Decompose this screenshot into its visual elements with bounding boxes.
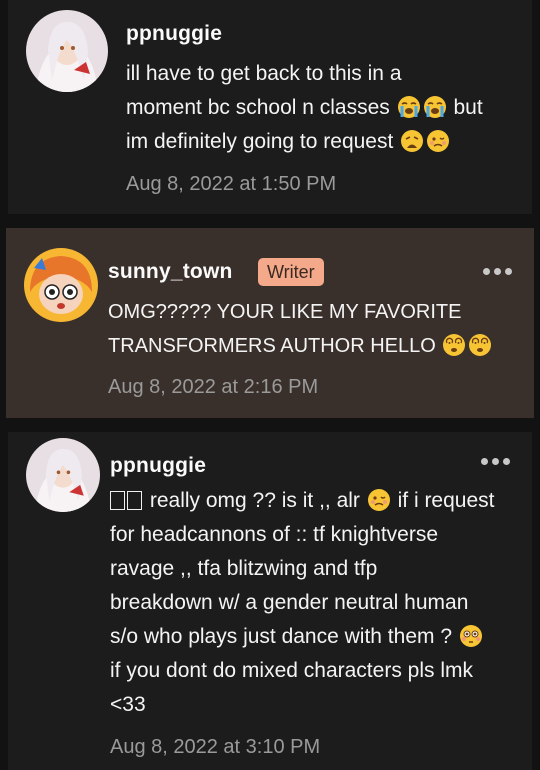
avatar[interactable] xyxy=(26,10,108,92)
username[interactable]: ppnuggie xyxy=(110,454,206,478)
dizzy-face-emoji xyxy=(468,333,492,357)
woozy-face-emoji xyxy=(426,129,450,153)
avatar[interactable] xyxy=(24,248,98,322)
comment-line: if i request xyxy=(397,489,495,512)
username[interactable]: ppnuggie xyxy=(126,22,222,46)
writer-badge: Writer xyxy=(258,258,324,286)
timestamp: Aug 8, 2022 at 2:16 PM xyxy=(108,376,319,398)
comment-line: for headcannons of :: tf knightverse xyxy=(110,523,439,546)
comment-card: ppnuggie ill have to get back to this in… xyxy=(8,0,532,214)
comment-line: breakdown w/ a gender neutral human xyxy=(110,591,469,614)
comment-line: ravage ,, tfa blitzwing and tfp xyxy=(110,557,378,580)
woozy-face-emoji xyxy=(367,488,391,512)
username[interactable]: sunny_town xyxy=(108,260,233,284)
comment-line: s/o who plays just dance with them ? xyxy=(110,625,453,648)
loudly-crying-face-emoji xyxy=(423,95,447,119)
more-options-icon[interactable] xyxy=(481,458,510,465)
comment-text: ill have to get back to this in a moment… xyxy=(126,57,526,159)
flushed-face-emoji xyxy=(459,624,483,648)
comment-text: really omg ?? is it ,, alr if i request … xyxy=(110,484,520,722)
more-options-icon[interactable] xyxy=(483,268,512,275)
comment-line: really omg ?? is it ,, alr xyxy=(149,489,360,512)
comment-line: moment bc school n classes xyxy=(126,96,390,119)
avatar[interactable] xyxy=(26,438,100,512)
comment-line: if you dont do mixed characters pls lmk xyxy=(110,659,473,682)
timestamp: Aug 8, 2022 at 1:50 PM xyxy=(126,173,337,195)
comment-card: ppnuggie really omg ?? is it ,, alr if i… xyxy=(8,432,532,770)
missing-glyph-icon xyxy=(110,491,125,510)
comment-line: but xyxy=(453,96,483,119)
loudly-crying-face-emoji xyxy=(397,95,421,119)
dizzy-face-emoji xyxy=(442,333,466,357)
comment-card: sunny_town Writer OMG????? YOUR LIKE MY … xyxy=(6,228,534,418)
comment-line: TRANSFORMERS AUTHOR HELLO xyxy=(108,335,436,357)
comment-line: OMG????? YOUR LIKE MY FAVORITE xyxy=(108,301,462,323)
weary-face-emoji xyxy=(400,129,424,153)
comment-line: im definitely going to request xyxy=(126,130,394,153)
comment-line: ill have to get back to this in a xyxy=(126,62,402,85)
timestamp: Aug 8, 2022 at 3:10 PM xyxy=(110,736,321,758)
missing-glyph-icon xyxy=(127,491,142,510)
comment-line: <33 xyxy=(110,693,146,716)
comment-text: OMG????? YOUR LIKE MY FAVORITE TRANSFORM… xyxy=(108,295,520,363)
